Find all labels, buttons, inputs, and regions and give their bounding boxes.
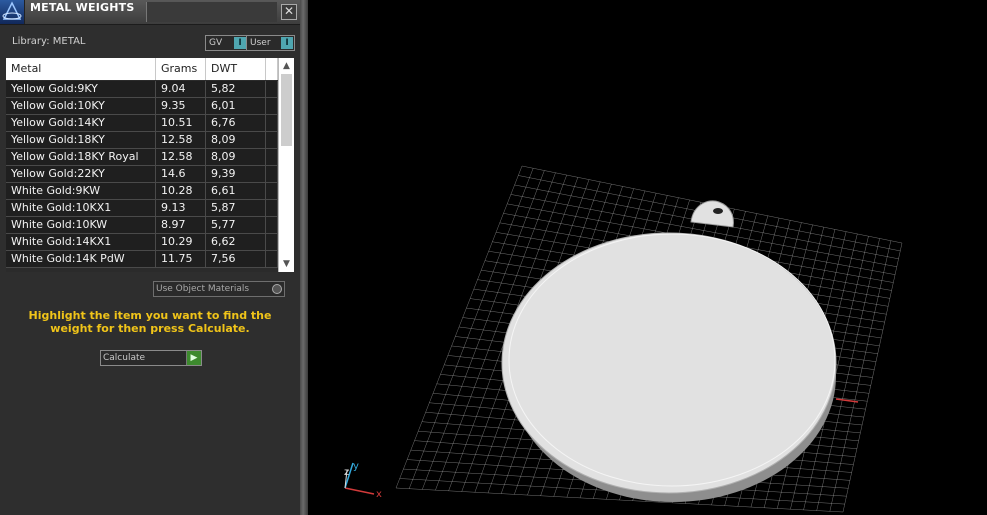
cell-grams: 10.51 bbox=[156, 115, 206, 131]
table-row[interactable]: Yellow Gold:22KY 14.6 9,39 bbox=[6, 166, 278, 183]
cell-grams: 8.97 bbox=[156, 217, 206, 233]
y-axis-label: y bbox=[353, 461, 359, 472]
cell-metal: White Gold:14KX1 bbox=[6, 234, 156, 250]
cell-extra bbox=[266, 217, 278, 233]
user-toggle[interactable]: User I bbox=[246, 35, 295, 51]
cell-dwt: 8,09 bbox=[206, 149, 266, 165]
grid-line bbox=[842, 242, 903, 513]
title-tab-divider bbox=[146, 2, 277, 22]
cell-dwt: 6,76 bbox=[206, 115, 266, 131]
x-axis-label: x bbox=[376, 489, 382, 500]
cell-extra bbox=[266, 115, 278, 131]
bail-hole bbox=[713, 208, 723, 214]
gv-toggle-switch[interactable]: I bbox=[234, 37, 246, 49]
table-row[interactable]: White Gold:10KX1 9.13 5,87 bbox=[6, 200, 278, 217]
table-scrollbar[interactable]: ▲ ▼ bbox=[278, 58, 294, 272]
cell-grams: 10.29 bbox=[156, 234, 206, 250]
table-row[interactable]: Yellow Gold:9KY 9.04 5,82 bbox=[6, 81, 278, 98]
cell-grams: 12.58 bbox=[156, 149, 206, 165]
cell-extra bbox=[266, 166, 278, 182]
cell-metal: Yellow Gold:18KY bbox=[6, 132, 156, 148]
cell-metal: White Gold:14K PdW bbox=[6, 251, 156, 267]
cell-dwt: 6,01 bbox=[206, 98, 266, 114]
cell-metal: Yellow Gold:22KY bbox=[6, 166, 156, 182]
z-axis-label: z bbox=[344, 467, 349, 478]
table-row[interactable]: Yellow Gold:14KY 10.51 6,76 bbox=[6, 115, 278, 132]
cell-grams: 9.35 bbox=[156, 98, 206, 114]
cell-dwt: 9,39 bbox=[206, 166, 266, 182]
viewport-canvas[interactable]: x y z bbox=[308, 0, 987, 515]
gv-toggle-label: GV bbox=[209, 38, 223, 48]
cell-extra bbox=[266, 81, 278, 97]
cell-extra bbox=[266, 132, 278, 148]
cell-metal: White Gold:10KX1 bbox=[6, 200, 156, 216]
scrollbar-thumb[interactable] bbox=[281, 74, 292, 146]
table-row[interactable]: White Gold:9KW 10.28 6,61 bbox=[6, 183, 278, 200]
cell-dwt: 5,87 bbox=[206, 200, 266, 216]
metal-table: Metal Grams DWT Yellow Gold:9KY 9.04 5,8… bbox=[6, 58, 294, 272]
user-toggle-label: User bbox=[250, 38, 271, 48]
cell-extra bbox=[266, 234, 278, 250]
cell-metal: Yellow Gold:9KY bbox=[6, 81, 156, 97]
table-header: Metal Grams DWT bbox=[6, 58, 278, 80]
close-button[interactable]: ✕ bbox=[281, 4, 297, 20]
table-row[interactable]: Yellow Gold:18KY Royal 12.58 8,09 bbox=[6, 149, 278, 166]
cell-dwt: 6,62 bbox=[206, 234, 266, 250]
pendant-bail[interactable] bbox=[690, 200, 734, 228]
3d-viewport[interactable]: x y z bbox=[308, 0, 987, 515]
cell-dwt: 8,09 bbox=[206, 132, 266, 148]
cell-dwt: 5,77 bbox=[206, 217, 266, 233]
cell-metal: White Gold:9KW bbox=[6, 183, 156, 199]
user-toggle-switch[interactable]: I bbox=[281, 37, 293, 49]
cell-grams: 10.28 bbox=[156, 183, 206, 199]
calculate-button[interactable]: Calculate ▶ bbox=[100, 350, 202, 366]
cell-grams: 9.04 bbox=[156, 81, 206, 97]
column-header-metal[interactable]: Metal bbox=[6, 58, 156, 80]
use-object-materials-label: Use Object Materials bbox=[156, 284, 250, 294]
column-header-extra bbox=[266, 58, 278, 80]
table-body: Yellow Gold:9KY 9.04 5,82 Yellow Gold:10… bbox=[6, 81, 278, 272]
cell-extra bbox=[266, 98, 278, 114]
cell-extra bbox=[266, 149, 278, 165]
scroll-down-arrow-icon[interactable]: ▼ bbox=[280, 258, 293, 270]
calculate-label: Calculate bbox=[103, 353, 146, 363]
table-row[interactable]: White Gold:14K PdW 11.75 7,56 bbox=[6, 251, 278, 268]
instruction-text: Highlight the item you want to find the … bbox=[28, 309, 272, 335]
panel-splitter[interactable] bbox=[300, 0, 308, 515]
cell-dwt: 5,82 bbox=[206, 81, 266, 97]
use-object-materials-toggle[interactable]: Use Object Materials bbox=[153, 281, 285, 297]
cell-metal: Yellow Gold:18KY Royal bbox=[6, 149, 156, 165]
cell-grams: 12.58 bbox=[156, 132, 206, 148]
table-row[interactable]: Yellow Gold:10KY 9.35 6,01 bbox=[6, 98, 278, 115]
scroll-up-arrow-icon[interactable]: ▲ bbox=[280, 60, 293, 72]
cell-grams: 14.6 bbox=[156, 166, 206, 182]
cell-metal: Yellow Gold:10KY bbox=[6, 98, 156, 114]
x-axis-line bbox=[344, 487, 375, 495]
pendant-disc[interactable] bbox=[501, 232, 837, 494]
table-row[interactable]: White Gold:14KX1 10.29 6,62 bbox=[6, 234, 278, 251]
column-header-grams[interactable]: Grams bbox=[156, 58, 206, 80]
cell-extra bbox=[266, 200, 278, 216]
app-logo-icon bbox=[0, 0, 25, 24]
axis-triad: x y z bbox=[344, 461, 382, 500]
table-row[interactable]: Yellow Gold:18KY 12.58 8,09 bbox=[6, 132, 278, 149]
panel-title: METAL WEIGHTS bbox=[30, 1, 135, 14]
cell-metal: Yellow Gold:14KY bbox=[6, 115, 156, 131]
cell-metal: White Gold:10KW bbox=[6, 217, 156, 233]
cell-extra bbox=[266, 183, 278, 199]
cell-extra bbox=[266, 251, 278, 267]
play-arrow-icon[interactable]: ▶ bbox=[186, 351, 201, 365]
library-label: Library: METAL bbox=[12, 36, 86, 47]
panel-titlebar[interactable]: METAL WEIGHTS ✕ bbox=[0, 0, 300, 25]
cell-grams: 11.75 bbox=[156, 251, 206, 267]
radio-indicator-icon[interactable] bbox=[272, 284, 282, 294]
gv-toggle[interactable]: GV I bbox=[205, 35, 248, 51]
table-row[interactable]: White Gold:10KW 8.97 5,77 bbox=[6, 217, 278, 234]
column-header-dwt[interactable]: DWT bbox=[206, 58, 266, 80]
cell-dwt: 7,56 bbox=[206, 251, 266, 267]
metal-weights-panel: METAL WEIGHTS ✕ Library: METAL GV I User… bbox=[0, 0, 300, 515]
cell-dwt: 6,61 bbox=[206, 183, 266, 199]
cell-grams: 9.13 bbox=[156, 200, 206, 216]
